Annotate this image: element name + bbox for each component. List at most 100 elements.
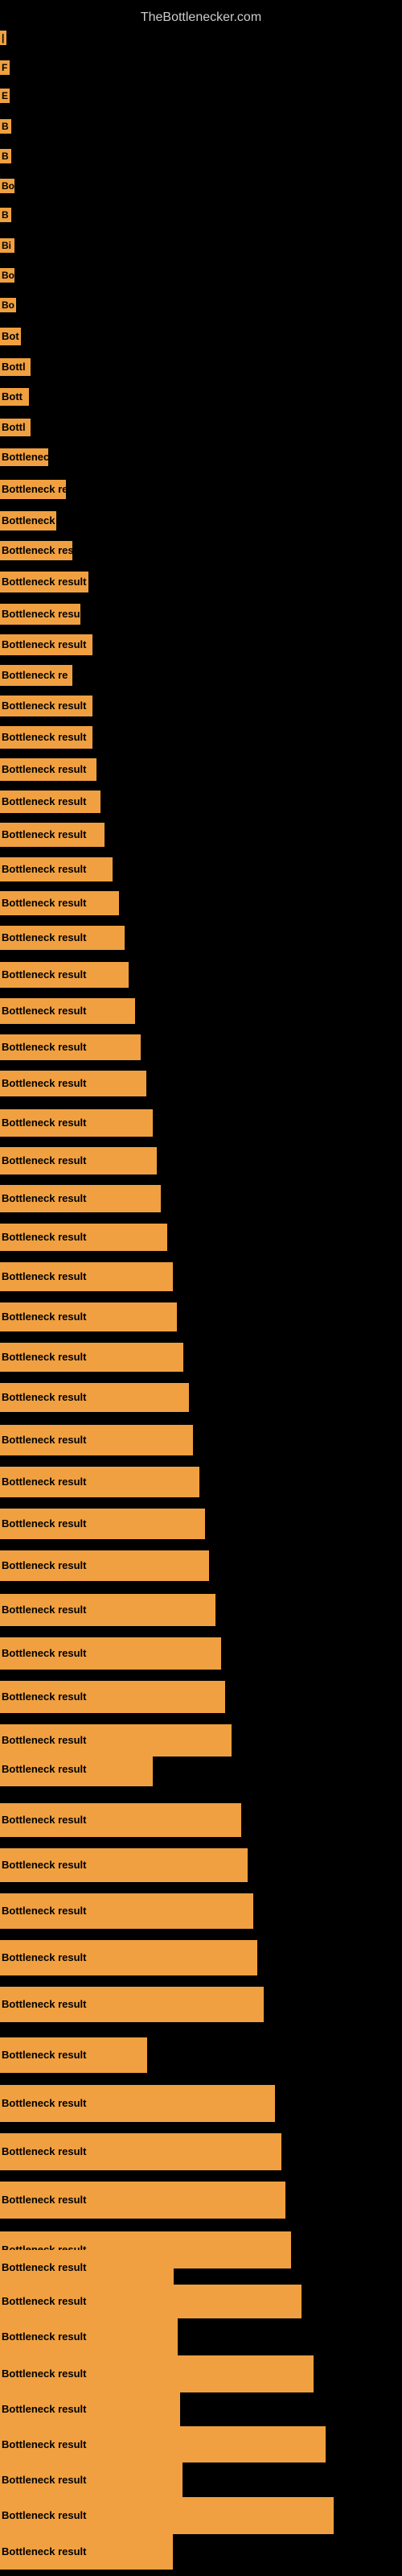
bar-label: Bottleneck result: [0, 1987, 264, 2022]
bar-label: Bottleneck resu: [0, 541, 72, 560]
bar-item: Bottleneck result: [0, 1383, 189, 1412]
bar-label: Bottleneck result: [0, 1893, 253, 1929]
bar-item: Bottleneck result: [0, 1803, 241, 1837]
bar-label: Bottleneck result: [0, 1594, 215, 1626]
bar-item: Bottleneck result: [0, 1034, 141, 1060]
bar-label: Bottl: [0, 419, 31, 436]
bar-item: Bottleneck result: [0, 823, 105, 847]
bar-item: Bottleneck: [0, 511, 56, 530]
bar-item: Bottleneck result: [0, 758, 96, 781]
bar-label: Bottleneck result: [0, 1681, 225, 1713]
bar-label: Bottleneck result: [0, 2462, 183, 2497]
bar-item: Bottleneck result: [0, 2392, 180, 2426]
bar-item: Bottleneck res: [0, 480, 66, 499]
bar-item: Bottleneck result: [0, 926, 125, 950]
bar-label: Bottleneck result: [0, 696, 92, 716]
bar-item: Bottleneck result: [0, 1071, 146, 1096]
bar-item: Bottleneck result: [0, 1509, 205, 1539]
bar-item: Bottleneck result: [0, 998, 135, 1024]
bar-label: Bottleneck result: [0, 998, 135, 1024]
bar-item: Bottleneck result: [0, 1724, 232, 1757]
bar-label: Bottleneck result: [0, 634, 92, 655]
bar-label: Bottleneck result: [0, 1467, 199, 1497]
bar-item: Bottleneck result: [0, 2534, 173, 2570]
bar-label: Bottl: [0, 358, 31, 376]
bar-item: Bottleneck result: [0, 2250, 174, 2285]
bar-item: Bottleneck result: [0, 2462, 183, 2497]
bar-label: Bottleneck result: [0, 891, 119, 915]
bar-label: |: [0, 31, 6, 45]
bar-item: Bottleneck result: [0, 2085, 275, 2122]
bar-label: Bo: [0, 268, 14, 283]
bar-item: Bottlenec: [0, 448, 48, 466]
bar-label: Bottleneck result: [0, 726, 92, 749]
bar-item: Bott: [0, 388, 29, 406]
bar-label: Bottleneck result: [0, 2355, 314, 2392]
bar-item: Bottleneck result: [0, 1467, 199, 1497]
bar-label: B: [0, 149, 11, 163]
bar-label: Bi: [0, 238, 14, 253]
bar-item: Bottleneck result: [0, 1752, 153, 1786]
bar-item: Bottleneck result: [0, 2355, 314, 2392]
bar-item: Bottleneck result: [0, 1893, 253, 1929]
bar-item: Bot: [0, 328, 21, 345]
bar-label: Bottleneck re: [0, 665, 72, 686]
bar-item: Bottleneck result: [0, 1637, 221, 1670]
bar-item: Bottleneck result: [0, 2318, 178, 2355]
bar-item: Bi: [0, 238, 14, 253]
bar-label: Bottleneck result: [0, 2085, 275, 2122]
bar-item: B: [0, 119, 11, 134]
bar-item: Bottleneck re: [0, 665, 72, 686]
bar-label: Bottleneck result: [0, 1185, 161, 1212]
bar-item: Bottleneck result: [0, 2182, 285, 2219]
bar-item: Bottleneck resu: [0, 541, 72, 560]
bar-label: Bottleneck result: [0, 1509, 205, 1539]
bar-item: Bottleneck result: [0, 1594, 215, 1626]
bar-label: Bottleneck result: [0, 2426, 326, 2462]
bar-label: Bottleneck result: [0, 1109, 153, 1137]
bar-label: Bottleneck result: [0, 823, 105, 847]
bar-label: Bottleneck result: [0, 2392, 180, 2426]
bar-item: Bottleneck result: [0, 1147, 157, 1174]
bar-item: Bo: [0, 268, 14, 283]
site-title: TheBottlenecker.com: [0, 4, 402, 31]
bar-item: Bottleneck result: [0, 2037, 147, 2073]
bar-label: B: [0, 119, 11, 134]
bar-label: Bottleneck result: [0, 758, 96, 781]
bar-label: Bo: [0, 298, 16, 312]
bar-item: Bottleneck result: [0, 696, 92, 716]
bar-item: Bottleneck result: [0, 1185, 161, 1212]
bar-item: Bottleneck result: [0, 634, 92, 655]
bar-item: B: [0, 208, 11, 222]
bar-item: Bottl: [0, 358, 31, 376]
bar-label: Bottleneck result: [0, 1071, 146, 1096]
bar-item: Bo: [0, 179, 14, 193]
bar-label: Bottleneck result: [0, 857, 113, 881]
bar-item: Bottleneck result: [0, 1109, 153, 1137]
bar-label: Bottleneck result: [0, 1302, 177, 1331]
bar-item: Bottleneck result: [0, 1302, 177, 1331]
bar-label: Bottleneck result: [0, 2250, 174, 2285]
bar-item: Bottleneck result: [0, 791, 100, 813]
bar-label: Bottleneck result: [0, 1803, 241, 1837]
bar-item: Bottleneck result: [0, 1550, 209, 1581]
bar-label: Bottleneck result: [0, 572, 88, 592]
bar-label: Bottleneck result: [0, 2534, 173, 2570]
bar-label: Bottleneck result: [0, 1550, 209, 1581]
bar-label: Bottleneck result: [0, 2182, 285, 2219]
bar-label: B: [0, 208, 11, 222]
bar-label: Bottleneck result: [0, 1752, 153, 1786]
bar-item: Bo: [0, 298, 16, 312]
bar-item: Bottleneck result: [0, 962, 129, 988]
bar-item: Bottleneck result: [0, 1262, 173, 1291]
bar-label: Bottleneck result: [0, 1224, 167, 1251]
bar-item: Bottleneck result: [0, 857, 113, 881]
bar-label: Bottleneck result: [0, 2037, 147, 2073]
bar-label: Bottleneck result: [0, 1940, 257, 1975]
bar-label: Bottleneck result: [0, 926, 125, 950]
bar-label: Bottleneck result: [0, 1383, 189, 1412]
bar-label: Bottleneck result: [0, 2497, 334, 2534]
bar-item: Bottleneck result: [0, 891, 119, 915]
bar-item: F: [0, 60, 10, 75]
bar-label: Bottleneck result: [0, 2285, 302, 2318]
